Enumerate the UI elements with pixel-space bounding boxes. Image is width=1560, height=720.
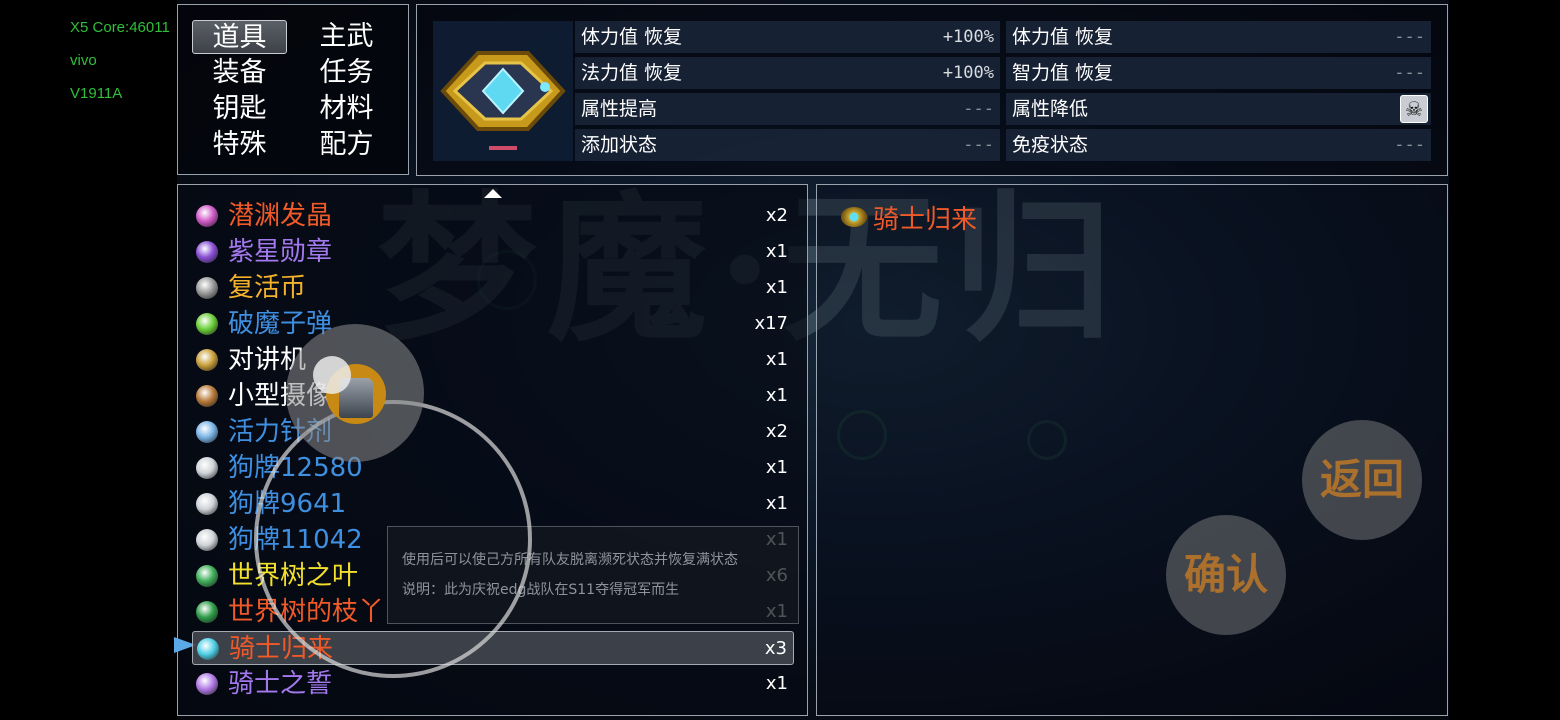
skull-icon: ☠ (1400, 95, 1428, 123)
coin-icon (196, 277, 218, 299)
detail-title: 骑士归来 (873, 205, 978, 235)
tab-equipment[interactable]: 装备 (192, 56, 287, 90)
stat-label: 法力值 恢复 (581, 62, 683, 84)
item-quantity: x1 (765, 277, 788, 298)
item-quantity: x3 (764, 638, 787, 659)
back-button[interactable]: 返回 (1302, 420, 1422, 540)
item-name: 骑士之誓 (228, 669, 333, 699)
dog-tag-icon (196, 493, 218, 515)
stat-hp-restore-2: 体力值 恢复 --- (1006, 21, 1431, 53)
item-quantity: x1 (765, 385, 788, 406)
joystick-knob[interactable] (313, 356, 351, 394)
debug-device-model: V1911A (70, 85, 123, 102)
stat-label: 属性提高 (581, 98, 658, 120)
stat-value: --- (963, 135, 994, 155)
item-info-panel: 体力值 恢复 +100% 体力值 恢复 --- 法力值 恢复 +100% 智力值… (416, 4, 1448, 176)
scroll-up-arrow[interactable] (484, 189, 502, 198)
confirm-button[interactable]: 确认 (1166, 515, 1286, 635)
item-quantity: x2 (765, 421, 788, 442)
list-item[interactable]: 对讲机 x1 (192, 343, 794, 377)
list-item[interactable]: 潜渊发晶 x2 (192, 199, 794, 233)
syringe-icon (196, 421, 218, 443)
stat-value: --- (963, 99, 994, 119)
stat-value: --- (1394, 63, 1425, 83)
dog-tag-icon (196, 457, 218, 479)
stat-mp-restore: 法力值 恢复 +100% (575, 57, 1000, 89)
orb-icon (196, 673, 218, 695)
item-quantity: x1 (765, 241, 788, 262)
clover-icon (196, 601, 218, 623)
debug-device-brand: vivo (70, 52, 97, 69)
item-quantity: x1 (765, 349, 788, 370)
walkie-talkie-icon (196, 349, 218, 371)
stat-label: 体力值 恢复 (581, 26, 683, 48)
leaf-icon (196, 565, 218, 587)
item-name: 复活币 (228, 273, 307, 303)
item-quantity: x2 (765, 205, 788, 226)
item-quantity: x1 (765, 493, 788, 514)
stat-label: 智力值 恢复 (1012, 62, 1114, 84)
item-art (433, 21, 573, 161)
stat-int-restore: 智力值 恢复 --- (1006, 57, 1431, 89)
crystal-icon (196, 205, 218, 227)
debug-core-version: X5 Core:46011 (70, 19, 170, 36)
list-item[interactable]: 破魔子弹 x17 (192, 307, 794, 341)
list-item[interactable]: 复活币 x1 (192, 271, 794, 305)
item-quantity: x1 (765, 673, 788, 694)
stat-label: 添加状态 (581, 134, 658, 156)
stat-attribute-up: 属性提高 --- (575, 93, 1000, 125)
stat-value: --- (1394, 27, 1425, 47)
stat-value: +100% (942, 63, 994, 83)
list-item[interactable]: 小型摄像机x1 (192, 379, 794, 413)
tab-main-weapon[interactable]: 主武 (299, 20, 394, 54)
stat-hp-restore: 体力值 恢复 +100% (575, 21, 1000, 53)
tab-materials[interactable]: 材料 (299, 92, 394, 126)
stat-value: --- (1394, 135, 1425, 155)
bullet-icon (196, 313, 218, 335)
category-menu: 道具 主武 装备 任务 钥匙 材料 特殊 配方 (177, 4, 409, 175)
stat-immune-status: 免疫状态 --- (1006, 129, 1431, 161)
dog-tag-icon (196, 529, 218, 551)
stat-label: 属性降低 (1012, 98, 1089, 120)
tab-quests[interactable]: 任务 (299, 56, 394, 90)
tab-special[interactable]: 特殊 (192, 128, 287, 162)
stat-label: 免疫状态 (1012, 134, 1089, 156)
list-item[interactable]: 紫星勋章 x1 (192, 235, 794, 269)
purple-medal-icon (196, 241, 218, 263)
item-quantity: x17 (754, 313, 788, 334)
stat-value: +100% (942, 27, 994, 47)
list-item[interactable]: 骑士归来 x3 (192, 631, 794, 665)
knight-gem-icon (841, 207, 867, 227)
item-name: 紫星勋章 (228, 237, 333, 267)
stat-attribute-down: 属性降低 ☠ (1006, 93, 1431, 125)
item-quantity: x1 (765, 457, 788, 478)
tab-keys[interactable]: 钥匙 (192, 92, 287, 126)
knight-gem-icon (440, 51, 566, 150)
stat-label: 体力值 恢复 (1012, 26, 1114, 48)
list-item[interactable]: 骑士之誓 x1 (192, 667, 794, 701)
tab-recipes[interactable]: 配方 (299, 128, 394, 162)
tab-items[interactable]: 道具 (192, 20, 287, 54)
item-name: 潜渊发晶 (228, 201, 333, 231)
stat-add-status: 添加状态 --- (575, 129, 1000, 161)
knight-gem-icon (197, 638, 219, 660)
camera-icon (196, 385, 218, 407)
